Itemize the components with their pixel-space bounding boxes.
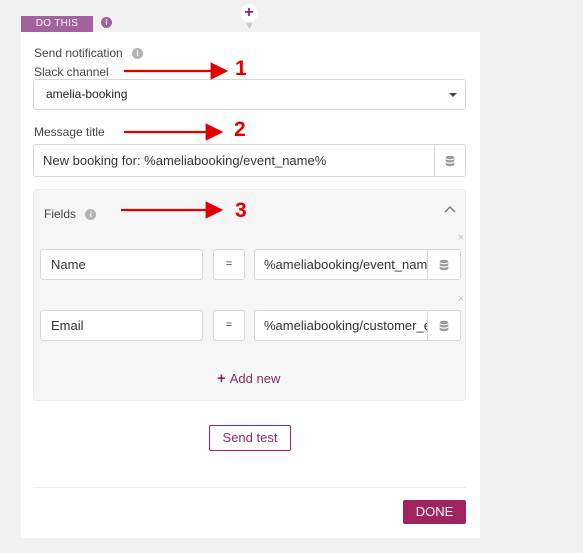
plus-icon: + <box>217 370 226 387</box>
do-this-tab: DO THIS <box>21 16 93 32</box>
remove-icon[interactable]: × <box>458 233 464 244</box>
action-label: Send notification <box>34 46 123 60</box>
send-test-button[interactable]: Send test <box>209 425 291 451</box>
fields-label: Fields <box>44 207 77 221</box>
action-label-row: Send notification i <box>34 46 144 60</box>
add-new-button[interactable]: + Add new <box>217 370 280 387</box>
field-row: × Email = %ameliabooking/customer_email% <box>34 293 467 345</box>
database-icon[interactable] <box>434 145 465 176</box>
done-button[interactable]: DONE <box>403 500 466 524</box>
connector-arrow-icon: ▼ <box>244 20 255 32</box>
add-new-label: Add new <box>229 371 281 386</box>
field-value-input[interactable]: %ameliabooking/customer_email% <box>254 310 461 341</box>
field-name-input[interactable]: Email <box>40 310 203 341</box>
slack-channel-select[interactable]: amelia-booking <box>33 79 466 110</box>
database-icon[interactable] <box>427 311 460 340</box>
chevron-up-icon[interactable] <box>443 204 457 214</box>
slack-channel-value: amelia-booking <box>46 87 128 101</box>
field-value: %ameliabooking/customer_email% <box>264 318 427 333</box>
field-name-input[interactable]: Name <box>40 249 203 280</box>
divider <box>33 487 466 488</box>
fields-panel: Fields i × Name = %ameliabooking/event_n… <box>33 189 466 401</box>
remove-icon[interactable]: × <box>458 294 464 305</box>
field-operator[interactable]: = <box>213 249 245 280</box>
message-title-label: Message title <box>34 125 105 139</box>
info-icon: i <box>132 48 144 59</box>
field-row: × Name = %ameliabooking/event_name% <box>34 232 467 284</box>
info-icon: i <box>101 17 112 28</box>
slack-channel-label: Slack channel <box>34 65 109 79</box>
action-card: Send notification i Slack channel amelia… <box>21 32 480 538</box>
annotation-number-3: 3 <box>235 199 247 222</box>
message-title-value: New booking for: %ameliabooking/event_na… <box>43 153 327 168</box>
chevron-down-icon <box>449 93 457 97</box>
database-icon[interactable] <box>427 250 460 279</box>
annotation-number-1: 1 <box>235 57 247 80</box>
annotation-number-2: 2 <box>234 118 246 141</box>
fields-label-row: Fields i <box>44 207 97 221</box>
message-title-input[interactable]: New booking for: %ameliabooking/event_na… <box>33 144 466 177</box>
info-icon: i <box>85 209 97 220</box>
field-value: %ameliabooking/event_name% <box>264 257 427 272</box>
field-operator[interactable]: = <box>213 310 245 341</box>
field-value-input[interactable]: %ameliabooking/event_name% <box>254 249 461 280</box>
